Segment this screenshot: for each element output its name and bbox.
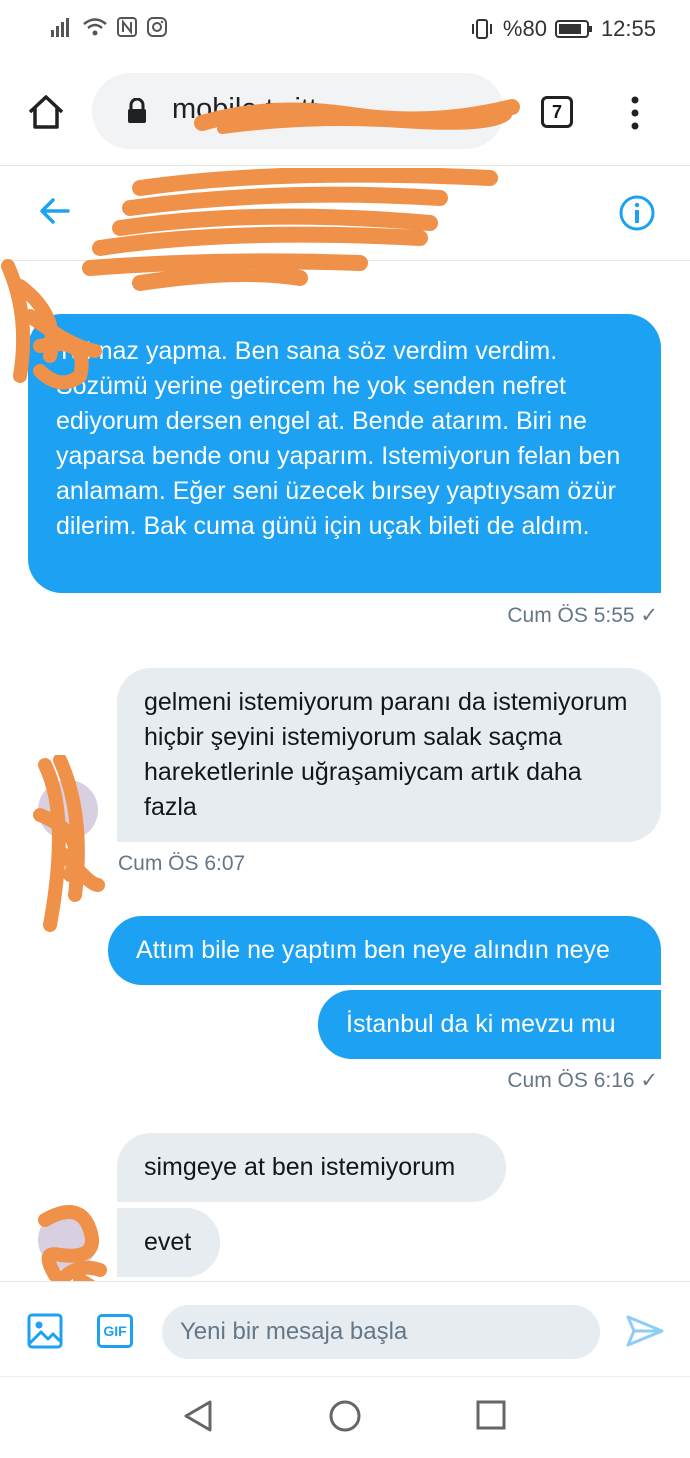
- message-input[interactable]: [162, 1305, 600, 1359]
- url-text: mobile.twitt: [172, 93, 318, 125]
- avatar[interactable]: [38, 780, 98, 840]
- wifi-icon: [83, 18, 107, 36]
- battery-percent: %80: [502, 16, 547, 41]
- send-icon[interactable]: [626, 1314, 664, 1348]
- message-text: Attım bile ne yaptım ben neye alındın ne…: [136, 936, 610, 964]
- gif-label: GIF: [103, 1323, 127, 1339]
- message-text: evet: [144, 1228, 192, 1256]
- instagram-icon: [147, 17, 167, 37]
- image-icon[interactable]: [27, 1313, 63, 1349]
- address-bar[interactable]: mobile.twitt: [92, 73, 520, 149]
- message-text: gelmeni istemiyorum paranı da istemiyoru…: [144, 688, 628, 821]
- nfc-icon: [117, 17, 137, 37]
- signal-icon: [51, 18, 69, 37]
- lock-icon: [128, 98, 146, 123]
- nav-back-icon[interactable]: [182, 1399, 214, 1433]
- vibrate-icon: [471, 19, 492, 39]
- message-text: Ya! naz yapma. Ben sana söz verdim verdi…: [56, 337, 621, 540]
- message-bubble-outgoing[interactable]: Ya! naz yapma. Ben sana söz verdim verdi…: [28, 314, 661, 593]
- message-bubble-incoming[interactable]: gelmeni istemiyorum paranı da istemiyoru…: [117, 668, 661, 842]
- status-bar: %80 12:55: [0, 0, 690, 60]
- message-text: simgeye at ben istemiyorum: [144, 1153, 456, 1181]
- message-timestamp: Cum ÖS 6:07: [118, 852, 246, 875]
- clock: 12:55: [600, 16, 656, 41]
- system-navigation-bar: [0, 1376, 690, 1458]
- battery-icon: [554, 20, 592, 38]
- message-bubble-incoming[interactable]: evet: [117, 1208, 220, 1277]
- composer-bar: GIF: [0, 1281, 690, 1376]
- avatar[interactable]: [38, 1210, 98, 1270]
- info-icon[interactable]: [618, 194, 656, 232]
- message-bubble-incoming[interactable]: simgeye at ben istemiyorum: [117, 1133, 506, 1202]
- gif-icon[interactable]: GIF: [97, 1314, 133, 1348]
- conversation-header: [0, 166, 690, 261]
- tabs-icon[interactable]: 7: [541, 96, 573, 128]
- nav-home-icon[interactable]: [328, 1399, 362, 1433]
- message-bubble-outgoing[interactable]: Attım bile ne yaptım ben neye alındın ne…: [108, 916, 661, 985]
- home-icon[interactable]: [26, 92, 66, 132]
- nav-recents-icon[interactable]: [476, 1400, 506, 1430]
- back-arrow-icon[interactable]: [38, 194, 72, 228]
- menu-icon[interactable]: [628, 96, 642, 130]
- browser-toolbar: mobile.twitt 7: [0, 60, 690, 166]
- message-bubble-outgoing[interactable]: İstanbul da ki mevzu mu: [318, 990, 661, 1059]
- message-text: İstanbul da ki mevzu mu: [346, 1010, 616, 1038]
- message-timestamp: Cum ÖS 5:55 ✓: [507, 604, 658, 627]
- message-timestamp: Cum ÖS 6:16 ✓: [507, 1069, 658, 1092]
